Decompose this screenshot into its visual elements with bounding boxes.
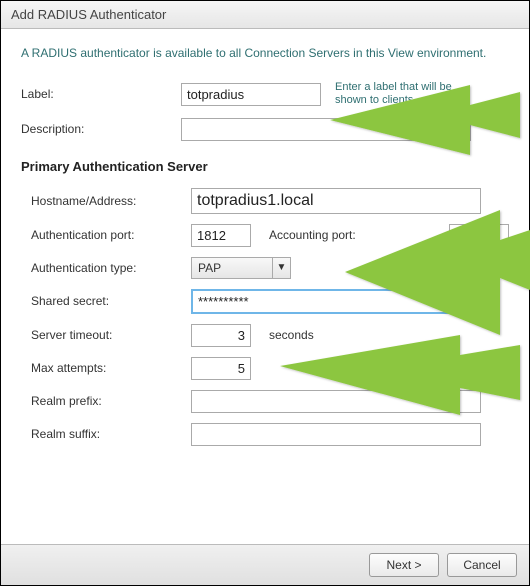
- description-label: Description:: [21, 122, 181, 136]
- auth-port-field[interactable]: [191, 224, 251, 247]
- max-attempts-field[interactable]: [191, 357, 251, 380]
- hostname-field[interactable]: [191, 188, 481, 214]
- radius-dialog: Add RADIUS Authenticator A RADIUS authen…: [0, 0, 530, 586]
- realm-prefix-field[interactable]: [191, 390, 481, 413]
- chevron-down-icon: ▼: [272, 258, 290, 278]
- intro-text: A RADIUS authenticator is available to a…: [21, 45, 509, 61]
- description-field[interactable]: [181, 118, 471, 141]
- next-button[interactable]: Next >: [369, 553, 439, 577]
- dialog-footer: Next > Cancel: [1, 544, 529, 585]
- shared-secret-label: Shared secret:: [31, 294, 191, 308]
- primary-auth-header: Primary Authentication Server: [21, 159, 509, 174]
- realm-suffix-label: Realm suffix:: [31, 427, 191, 441]
- dialog-content: A RADIUS authenticator is available to a…: [1, 29, 529, 544]
- label-label: Label:: [21, 87, 181, 101]
- auth-type-select[interactable]: PAP ▼: [191, 257, 291, 279]
- hostname-label: Hostname/Address:: [31, 194, 191, 208]
- label-field[interactable]: [181, 83, 321, 106]
- server-timeout-unit: seconds: [269, 328, 314, 342]
- auth-type-label: Authentication type:: [31, 261, 191, 275]
- shared-secret-field[interactable]: [191, 289, 481, 314]
- max-attempts-label: Max attempts:: [31, 361, 191, 375]
- label-help-text: Enter a label that will be shown to clie…: [335, 81, 475, 107]
- auth-type-value: PAP: [192, 261, 272, 275]
- acct-port-label: Accounting port:: [269, 228, 356, 242]
- realm-suffix-field[interactable]: [191, 423, 481, 446]
- dialog-title: Add RADIUS Authenticator: [1, 1, 529, 29]
- cancel-button[interactable]: Cancel: [447, 553, 517, 577]
- realm-prefix-label: Realm prefix:: [31, 394, 191, 408]
- server-timeout-field[interactable]: [191, 324, 251, 347]
- acct-port-field[interactable]: [449, 224, 509, 247]
- auth-port-label: Authentication port:: [31, 228, 191, 242]
- server-timeout-label: Server timeout:: [31, 328, 191, 342]
